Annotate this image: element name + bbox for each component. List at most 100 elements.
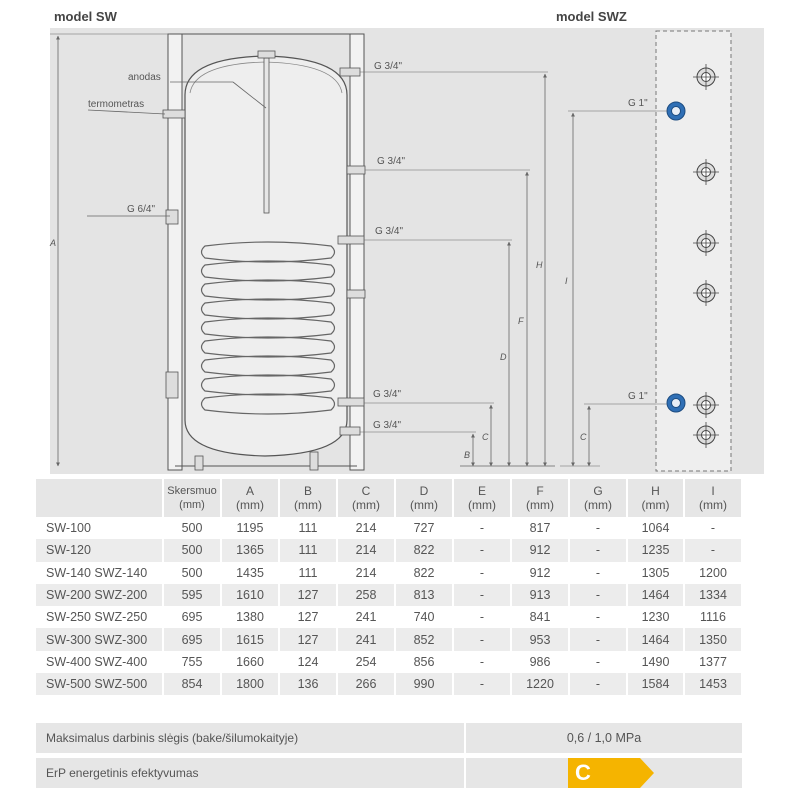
table-cell: 111 — [279, 539, 338, 562]
table-cell: 817 — [511, 517, 570, 540]
pressure-value: 0,6 / 1,0 MPa — [566, 731, 642, 745]
table-cell: 1350 — [684, 628, 743, 651]
energy-class-letter: C — [575, 760, 591, 785]
table-cell: 127 — [279, 628, 338, 651]
dim-c-swz-label: C — [580, 432, 587, 442]
spec-table-header: Skersmuo (mm) A (mm) B (mm) C (mm) D (mm) E (m… — [36, 479, 743, 517]
tank-diagram: model SW model SWZ anodas termometras G … — [49, 9, 764, 474]
col-header — [36, 479, 164, 517]
svg-text:G 1": G 1" — [628, 391, 648, 402]
dim-h-label: H — [536, 260, 543, 270]
table-cell: 822 — [395, 539, 454, 562]
energy-class-badge: C — [568, 758, 654, 788]
table-cell: 755 — [163, 650, 222, 674]
table-cell: 214 — [337, 539, 396, 562]
table-cell: 953 — [511, 628, 570, 651]
model-name-cell: SW-300 SWZ-300 — [36, 628, 164, 651]
table-cell: 1800 — [221, 673, 280, 696]
table-cell: 1200 — [684, 561, 743, 584]
model-name-cell: SW-140 SWZ-140 — [36, 561, 164, 584]
model-name-cell: SW-120 — [36, 539, 164, 562]
table-cell: 1610 — [221, 583, 280, 607]
table-cell: - — [569, 628, 628, 651]
col-header: H (mm) — [627, 479, 685, 517]
table-row: SW-250 SWZ-250 695 1380 127 241 740-841-1230 1… — [36, 606, 743, 629]
table-cell: 813 — [395, 583, 454, 607]
table-row: SW-300 SWZ-300 695 1615 127 241 852-953-1464 1… — [36, 628, 743, 651]
table-cell: 500 — [163, 539, 222, 562]
table-cell: 136 — [279, 673, 338, 696]
svg-text:G 1": G 1" — [628, 98, 648, 109]
table-cell: 912 — [511, 539, 570, 562]
table-cell: 124 — [279, 650, 338, 674]
svg-text:G 3/4": G 3/4" — [377, 156, 405, 167]
table-cell: 852 — [395, 628, 454, 651]
table-cell: - — [569, 539, 628, 562]
table-row: SW-400 SWZ-400 755 1660 124 254 856-986-1490 1… — [36, 650, 743, 674]
table-cell: 856 — [395, 650, 454, 674]
dim-a-label: A — [49, 238, 56, 248]
model-name-cell: SW-400 SWZ-400 — [36, 650, 164, 674]
table-cell: 740 — [395, 606, 454, 629]
table-cell: 241 — [337, 628, 396, 651]
table-cell: 111 — [279, 561, 338, 584]
table-cell: 913 — [511, 583, 570, 607]
table-cell: 1464 — [627, 583, 685, 607]
table-cell: 1615 — [221, 628, 280, 651]
table-cell: 1195 — [221, 517, 280, 540]
model-name-cell: SW-200 SWZ-200 — [36, 583, 164, 607]
dim-d-label: D — [500, 352, 507, 362]
table-cell: 1064 — [627, 517, 685, 540]
table-cell: 1584 — [627, 673, 685, 696]
col-header: A (mm) — [221, 479, 280, 517]
table-cell: 1235 — [627, 539, 685, 562]
table-cell: 1464 — [627, 628, 685, 651]
table-cell: - — [569, 650, 628, 674]
table-cell: - — [569, 517, 628, 540]
pressure-row: Maksimalus darbinis slėgis (bake/šilumok… — [36, 723, 742, 753]
spec-table: Skersmuo (mm) A (mm) B (mm) C (mm) D (mm) E (m… — [36, 479, 743, 696]
svg-text:G 3/4": G 3/4" — [373, 389, 401, 400]
svg-text:G 3/4": G 3/4" — [373, 420, 401, 431]
model-name-cell: SW-250 SWZ-250 — [36, 606, 164, 629]
svg-text:G 3/4": G 3/4" — [375, 226, 403, 237]
pressure-label: Maksimalus darbinis slėgis (bake/šilumok… — [46, 731, 299, 745]
col-header: C (mm) — [337, 479, 396, 517]
table-cell: 1305 — [627, 561, 685, 584]
table-row: SW-140 SWZ-140 500 1435 111 214 822-912-1305 1… — [36, 561, 743, 584]
table-cell: 854 — [163, 673, 222, 696]
table-cell: 1660 — [221, 650, 280, 674]
table-cell: 841 — [511, 606, 570, 629]
table-cell: 1377 — [684, 650, 743, 674]
table-cell: 500 — [163, 561, 222, 584]
table-cell: - — [684, 539, 743, 562]
erp-label: ErP energetinis efektyvumas — [46, 766, 199, 780]
table-cell: - — [453, 583, 512, 607]
table-cell: 1230 — [627, 606, 685, 629]
col-header: B (mm) — [279, 479, 338, 517]
table-cell: - — [453, 606, 512, 629]
table-cell: - — [453, 539, 512, 562]
label-termometras: termometras — [88, 99, 144, 110]
col-header: D (mm) — [395, 479, 454, 517]
title-model-swz: model SWZ — [556, 9, 627, 24]
table-cell: 595 — [163, 583, 222, 607]
table-cell: 727 — [395, 517, 454, 540]
table-cell: 214 — [337, 517, 396, 540]
table-cell: - — [453, 628, 512, 651]
label-anodas: anodas — [128, 72, 161, 83]
table-cell: - — [453, 650, 512, 674]
col-header: F (mm) — [511, 479, 570, 517]
dim-b-label: B — [464, 450, 470, 460]
table-cell: 822 — [395, 561, 454, 584]
model-name-cell: SW-500 SWZ-500 — [36, 673, 164, 696]
table-cell: 1380 — [221, 606, 280, 629]
title-model-sw: model SW — [54, 9, 118, 24]
table-cell: - — [453, 561, 512, 584]
spec-table-body: SW-100 500 1195 111 214 727-817-1064- SW-120 50… — [36, 517, 743, 696]
table-cell: 266 — [337, 673, 396, 696]
table-cell: 127 — [279, 606, 338, 629]
table-cell: 1220 — [511, 673, 570, 696]
model-name-cell: SW-100 — [36, 517, 164, 540]
table-cell: 258 — [337, 583, 396, 607]
